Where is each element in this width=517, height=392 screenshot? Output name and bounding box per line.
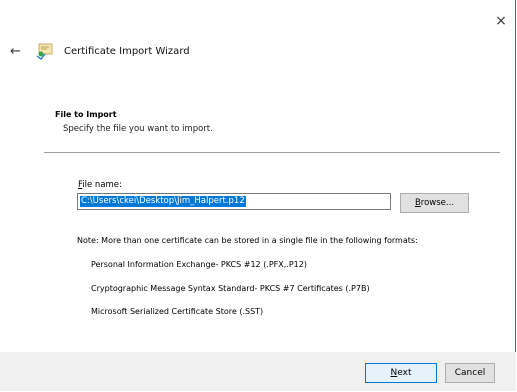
format-note: Note: More than one certificate can be s… [77,236,418,245]
next-button[interactable]: Next [365,363,437,383]
file-name-label-rest: ile name: [82,180,122,190]
back-arrow-icon[interactable]: ← [10,45,21,59]
file-name-label: File name: [78,180,122,190]
window-title: Certificate Import Wizard [64,46,190,57]
page-title: File to Import [55,110,117,119]
browse-rest: rowse... [420,198,455,208]
format-item-p7b: Cryptographic Message Syntax Standard- P… [91,284,370,293]
page-description: Specify the file you want to import. [63,124,213,134]
file-name-value: C:\Users\ckei\Desktop\Jim_Halpert.p12 [80,196,246,207]
browse-button[interactable]: Browse... [400,193,469,213]
close-icon[interactable]: × [493,14,509,28]
file-name-input[interactable]: C:\Users\ckei\Desktop\Jim_Halpert.p12 [77,193,391,210]
button-footer [0,352,516,391]
next-rest: ext [397,368,412,378]
format-item-sst: Microsoft Serialized Certificate Store (… [91,307,264,316]
cancel-button[interactable]: Cancel [445,363,495,383]
header-divider [44,152,500,153]
format-item-pfx: Personal Information Exchange- PKCS #12 … [91,260,307,269]
certificate-import-icon [36,43,53,60]
